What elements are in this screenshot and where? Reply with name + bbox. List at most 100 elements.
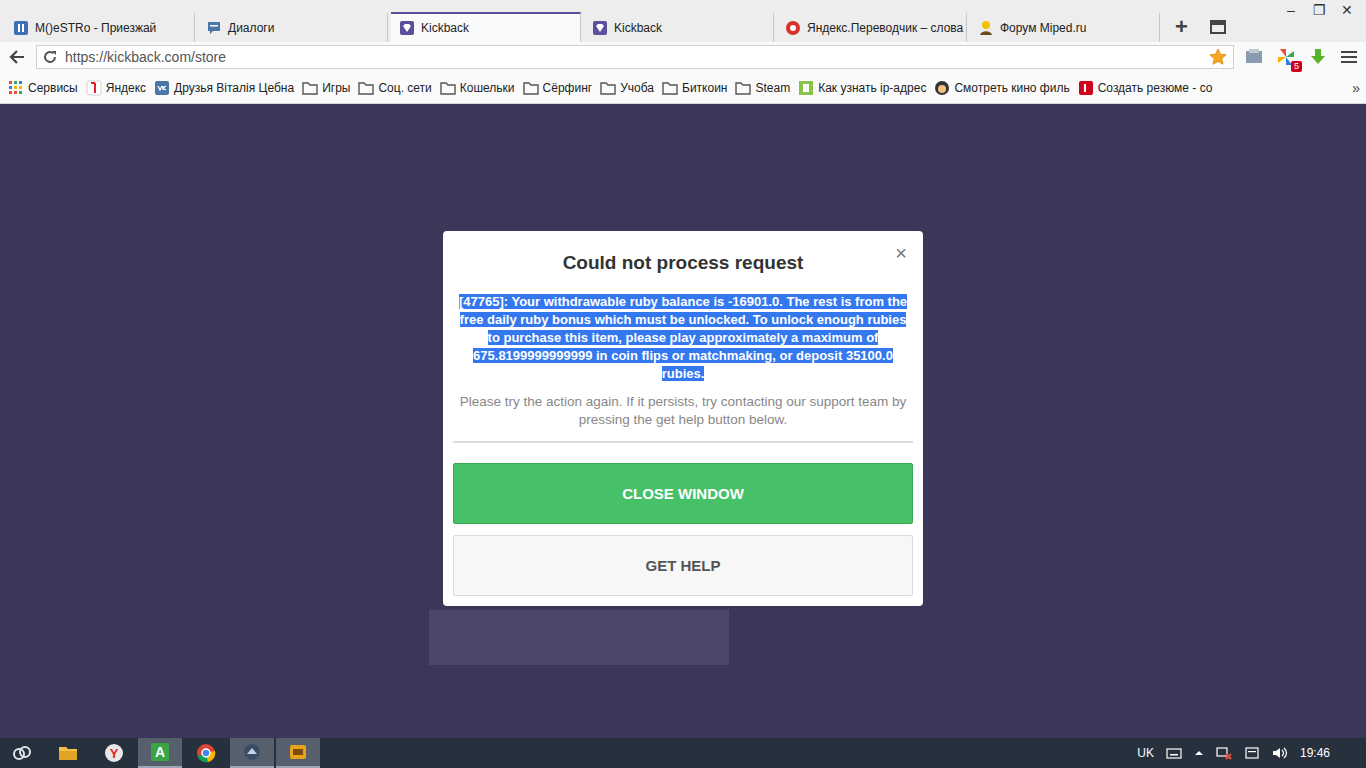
menu-icon bbox=[1340, 49, 1358, 65]
restore-button[interactable]: ❐ bbox=[1312, 2, 1326, 18]
clock[interactable]: 19:46 bbox=[1300, 746, 1330, 760]
network-error-icon bbox=[1216, 746, 1232, 760]
tab-favicon-icon bbox=[399, 20, 415, 36]
browser-tab[interactable]: Диалоги bbox=[198, 12, 388, 42]
tab-favicon-icon bbox=[785, 20, 801, 36]
tab-label: Kickback bbox=[421, 21, 469, 35]
dialog-note: Please try the action again. If it persi… bbox=[453, 393, 913, 429]
bookmark-label: Друзья Віталія Цебна bbox=[174, 81, 294, 95]
new-tab-button[interactable]: + bbox=[1175, 14, 1188, 40]
green-icon bbox=[798, 80, 814, 96]
dialog-close-button[interactable]: × bbox=[895, 241, 907, 265]
extension-badge-button[interactable]: 5 bbox=[1276, 47, 1296, 67]
bookmark-label: Соц. сети bbox=[378, 81, 431, 95]
bookmark-item[interactable]: Смотреть кино филь bbox=[934, 80, 1069, 96]
minimize-button[interactable]: – bbox=[1284, 2, 1298, 18]
taskbar-app[interactable] bbox=[46, 738, 90, 768]
yandex-icon bbox=[86, 80, 102, 96]
dimmed-panel bbox=[429, 610, 729, 665]
browser-tab[interactable]: Яндекс.Переводчик – слова bbox=[777, 12, 967, 42]
dialog-divider bbox=[453, 441, 913, 443]
get-help-button[interactable]: GET HELP bbox=[453, 535, 913, 596]
red-icon bbox=[1078, 80, 1094, 96]
vk-icon bbox=[154, 80, 170, 96]
bookmark-item[interactable]: Steam bbox=[735, 80, 790, 96]
bookmark-label: Биткоин bbox=[682, 81, 727, 95]
bookmark-label: Сервисы bbox=[28, 81, 78, 95]
folder-icon bbox=[735, 80, 751, 96]
bookmark-item[interactable]: Игры bbox=[302, 80, 350, 96]
taskbar-app[interactable] bbox=[184, 738, 228, 768]
message-text: [47765]: Your withdrawable ruby balance … bbox=[459, 294, 907, 381]
taskbar-app-kind bbox=[58, 743, 78, 763]
taskbar-app-kind bbox=[242, 742, 262, 762]
language-indicator[interactable]: UK bbox=[1137, 746, 1154, 760]
folder-icon bbox=[523, 80, 539, 96]
bookmark-item[interactable]: Кошельки bbox=[440, 80, 515, 96]
browser-tab[interactable]: M()eSTRo - Приезжай bbox=[5, 12, 195, 42]
tab-favicon-icon bbox=[978, 20, 994, 36]
app-icon bbox=[288, 742, 308, 762]
system-tray: UK 19:46 bbox=[1137, 746, 1366, 760]
taskbar-app[interactable]: A bbox=[138, 738, 182, 768]
bookmark-item[interactable]: Как узнать ip-адрес bbox=[798, 80, 926, 96]
taskbar-app[interactable] bbox=[230, 738, 274, 768]
tab-favicon-icon bbox=[206, 20, 222, 36]
taskbar-app-kind: A bbox=[151, 743, 169, 761]
close-window-button[interactable]: CLOSE WINDOW bbox=[453, 463, 913, 524]
bookmark-item[interactable]: Яндекс bbox=[86, 80, 146, 96]
bookmark-item[interactable]: Соц. сети bbox=[358, 80, 431, 96]
window-controls: –❐ ✕ bbox=[1284, 0, 1366, 18]
bookmark-label: Steam bbox=[755, 81, 790, 95]
tabs-overview-icon[interactable] bbox=[1210, 20, 1226, 34]
tab-tools: + bbox=[1175, 12, 1226, 42]
browser-tab[interactable]: Форум Miped.ru bbox=[970, 12, 1160, 42]
apps-icon bbox=[8, 80, 24, 96]
back-arrow-icon[interactable] bbox=[8, 48, 26, 66]
bookmark-item[interactable]: Друзья Віталія Цебна bbox=[154, 80, 294, 96]
browser-tab[interactable]: Kickback bbox=[391, 12, 581, 42]
error-dialog: Could not process request×[47765]: Your … bbox=[443, 231, 923, 606]
game-icon bbox=[242, 742, 262, 762]
tab-label: Форум Miped.ru bbox=[1000, 21, 1086, 35]
folder-icon bbox=[662, 80, 678, 96]
bookmark-star-icon[interactable] bbox=[1209, 48, 1227, 66]
bookmark-item[interactable]: Сервисы bbox=[8, 80, 78, 96]
bookmark-item[interactable]: Биткоин bbox=[662, 80, 727, 96]
bookmarks-more-button[interactable]: » bbox=[1352, 80, 1360, 96]
address-bar[interactable]: https://kickback.com/store bbox=[36, 45, 1234, 69]
extensions: 5 bbox=[1244, 47, 1358, 67]
taskbar-app-kind: Y bbox=[105, 744, 123, 762]
bookmark-item[interactable]: Создать резюме - со bbox=[1078, 80, 1213, 96]
folder-icon bbox=[440, 80, 456, 96]
browser-tab[interactable]: Kickback bbox=[584, 12, 774, 42]
navigation-bar: https://kickback.com/store 5 bbox=[0, 42, 1366, 72]
bookmark-label: Игры bbox=[322, 81, 350, 95]
taskbar-app-kind bbox=[196, 743, 216, 763]
tab-label: Диалоги bbox=[228, 21, 274, 35]
bookmark-label: Создать резюме - со bbox=[1098, 81, 1213, 95]
keyboard-icon bbox=[1166, 747, 1182, 759]
extension-badge: 5 bbox=[1291, 61, 1302, 72]
bookmarks-bar: Сервисы Яндекс Друзья Віталія Цебна Игры Соц… bbox=[0, 72, 1366, 104]
taskbar-app-kind bbox=[288, 742, 308, 762]
extension-icon bbox=[1244, 47, 1264, 67]
yandex-browser-icon: Y bbox=[105, 744, 123, 762]
taskbar: Y A UK 19:46 bbox=[0, 738, 1366, 768]
taskbar-app[interactable] bbox=[0, 738, 44, 768]
bookmark-label: Учоба bbox=[620, 81, 654, 95]
bookmark-label: Яндекс bbox=[106, 81, 146, 95]
bookmark-label: Кошельки bbox=[460, 81, 515, 95]
bookmark-label: Как узнать ip-адрес bbox=[818, 81, 926, 95]
taskbar-app[interactable]: Y bbox=[92, 738, 136, 768]
address-url[interactable]: https://kickback.com/store bbox=[65, 49, 1201, 65]
bookmark-label: Сёрфинг bbox=[543, 81, 593, 95]
close-button[interactable]: ✕ bbox=[1340, 2, 1354, 18]
bookmarks-list: Сервисы Яндекс Друзья Віталія Цебна Игры Соц… bbox=[8, 80, 1348, 96]
button-label: GET HELP bbox=[645, 557, 720, 574]
bookmark-item[interactable]: Сёрфинг bbox=[523, 80, 593, 96]
reload-icon[interactable] bbox=[43, 50, 57, 64]
taskbar-app[interactable] bbox=[276, 738, 320, 768]
tray-arrow-icon bbox=[1194, 748, 1204, 758]
bookmark-item[interactable]: Учоба bbox=[600, 80, 654, 96]
